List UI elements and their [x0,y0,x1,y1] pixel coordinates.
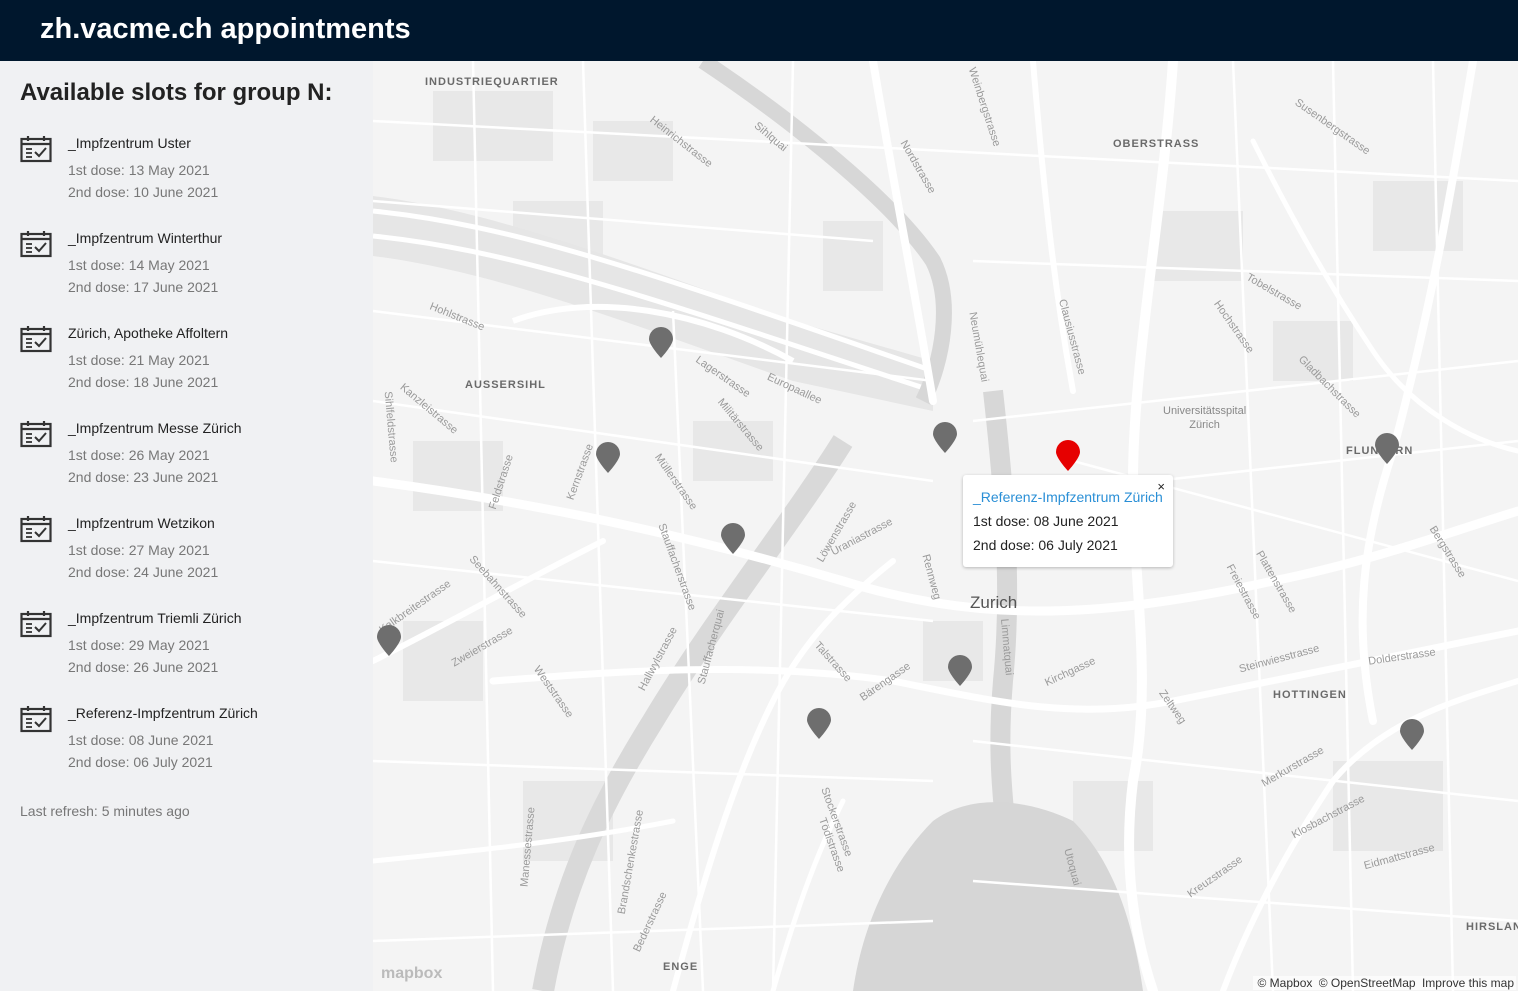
slot-dose1: 1st dose: 08 June 2021 [68,732,214,748]
location-pin-icon[interactable] [932,422,958,454]
slot-dose1: 1st dose: 21 May 2021 [68,352,210,368]
calendar-check-icon [20,706,52,733]
slot-dose1: 1st dose: 27 May 2021 [68,542,210,558]
attribution-osm-link[interactable]: © OpenStreetMap [1319,976,1416,990]
location-pin-icon[interactable] [595,442,621,474]
district-label: AUSSERSIHL [465,379,546,391]
attribution-improve-link[interactable]: Improve this map [1422,976,1514,990]
list-item[interactable]: _Impfzentrum Messe Zürich 1st dose: 26 M… [20,418,360,513]
calendar-check-icon [20,516,52,543]
mapbox-logo-text: mapbox [381,965,443,982]
mapbox-logo[interactable]: mapbox [381,965,442,983]
slot-name: Zürich, Apotheke Affoltern [68,325,229,341]
calendar-check-icon [20,136,52,163]
location-pin-icon[interactable] [1374,433,1400,465]
popup-title-link[interactable]: _Referenz-Impfzentrum Zürich [973,489,1163,505]
slot-dose1: 1st dose: 14 May 2021 [68,257,210,273]
list-item[interactable]: _Impfzentrum Wetzikon 1st dose: 27 May 2… [20,513,360,608]
slot-name: _Impfzentrum Triemli Zürich [68,610,242,626]
attribution-mapbox-link[interactable]: © Mapbox [1258,976,1313,990]
slot-dose1: 1st dose: 13 May 2021 [68,162,210,178]
location-pin-icon[interactable] [806,708,832,740]
location-pin-icon[interactable] [648,327,674,359]
close-icon[interactable]: × [1157,479,1165,494]
sidebar: Available slots for group N: _Impfzentru… [0,61,373,991]
slot-dose2: 2nd dose: 17 June 2021 [68,279,219,295]
calendar-check-icon [20,421,52,448]
list-item[interactable]: _Impfzentrum Uster 1st dose: 13 May 2021… [20,133,360,228]
list-item[interactable]: _Impfzentrum Winterthur 1st dose: 14 May… [20,228,360,323]
calendar-check-icon [20,611,52,638]
list-item[interactable]: _Impfzentrum Triemli Zürich 1st dose: 29… [20,608,360,703]
location-pin-icon-active[interactable] [1055,440,1081,472]
slot-dose1: 1st dose: 29 May 2021 [68,637,210,653]
list-item[interactable]: Zürich, Apotheke Affoltern 1st dose: 21 … [20,323,360,418]
slot-name: _Impfzentrum Messe Zürich [68,420,242,436]
district-label: INDUSTRIEQUARTIER [425,76,559,88]
map-attribution: © Mapbox © OpenStreetMap Improve this ma… [1252,976,1516,990]
map[interactable]: INDUSTRIEQUARTIER OBERSTRASS AUSSERSIHL … [373,61,1518,991]
place-label: Universitätsspital Zürich [1163,405,1247,431]
map-popup: × _Referenz-Impfzentrum Zürich 1st dose:… [963,475,1173,567]
district-label: ENGE [663,961,699,973]
district-label: HIRSLAN [1466,921,1518,933]
slot-dose2: 2nd dose: 06 July 2021 [68,754,213,770]
sidebar-heading: Available slots for group N: [20,79,333,106]
popup-dose1: 1st dose: 08 June 2021 [973,513,1119,529]
slot-name: _Referenz-Impfzentrum Zürich [68,705,258,721]
district-label: OBERSTRASS [1113,138,1200,150]
last-refresh: Last refresh: 5 minutes ago [20,803,190,819]
slot-name: _Impfzentrum Wetzikon [68,515,215,531]
location-pin-icon[interactable] [376,625,402,657]
slot-dose2: 2nd dose: 23 June 2021 [68,469,219,485]
location-pin-icon[interactable] [1399,719,1425,751]
popup-dose2: 2nd dose: 06 July 2021 [973,537,1118,553]
slot-dose2: 2nd dose: 10 June 2021 [68,184,219,200]
calendar-check-icon [20,326,52,353]
map-base [373,61,1518,991]
top-bar: zh.vacme.ch appointments [0,0,1518,61]
district-label: HOTTINGEN [1273,689,1347,701]
location-pin-icon[interactable] [720,523,746,555]
list-item[interactable]: _Referenz-Impfzentrum Zürich 1st dose: 0… [20,703,360,798]
location-pin-icon[interactable] [947,655,973,687]
city-label: Zurich [970,593,1018,612]
slot-dose2: 2nd dose: 24 June 2021 [68,564,219,580]
slot-name: _Impfzentrum Winterthur [68,230,223,246]
calendar-check-icon [20,231,52,258]
slot-dose2: 2nd dose: 26 June 2021 [68,659,219,675]
slot-dose2: 2nd dose: 18 June 2021 [68,374,219,390]
slot-dose1: 1st dose: 26 May 2021 [68,447,210,463]
slot-list: _Impfzentrum Uster 1st dose: 13 May 2021… [20,133,360,798]
slot-name: _Impfzentrum Uster [68,135,191,151]
app-title: zh.vacme.ch appointments [40,13,411,45]
